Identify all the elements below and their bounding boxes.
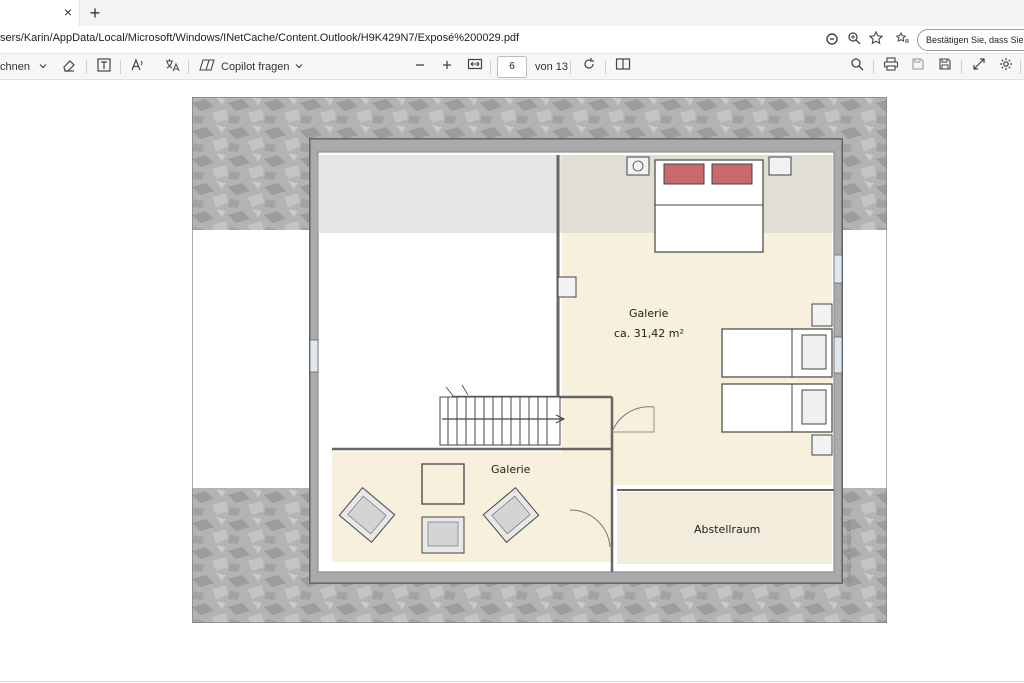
eraser-icon[interactable] [59, 57, 79, 77]
copilot-icon[interactable] [823, 31, 841, 49]
watermark-text: Illustration: FremdGrafik [847, 518, 853, 583]
save-as-icon[interactable] [935, 57, 955, 77]
chevron-down-icon[interactable] [33, 57, 53, 77]
room-area-label: ca. 31,42 m² [614, 327, 684, 340]
toolbar-divider [570, 60, 571, 74]
room-label-storage: Abstellraum [694, 523, 761, 536]
minus-icon[interactable] [410, 57, 430, 77]
fullscreen-icon[interactable] [969, 57, 989, 77]
page-number-input[interactable]: 6 [497, 56, 527, 78]
url-text[interactable]: sers/Karin/AppData/Local/Microsoft/Windo… [0, 32, 519, 44]
close-tab-icon[interactable]: × [60, 3, 76, 21]
room-label-galerie-lower: Galerie [491, 463, 531, 476]
save-icon[interactable] [908, 57, 928, 77]
toolbar-divider [86, 60, 87, 74]
copilot-button[interactable]: Copilot fragen [221, 57, 290, 77]
stairs [439, 396, 566, 446]
search-icon[interactable] [847, 57, 867, 77]
new-tab-button[interactable]: + [85, 2, 105, 24]
print-icon[interactable] [881, 57, 901, 77]
toolbar-divider [490, 60, 491, 74]
active-tab[interactable]: × [0, 0, 80, 26]
page-total: von 13 [535, 61, 569, 73]
draw-button[interactable]: chnen [0, 57, 30, 77]
gear-icon[interactable] [996, 57, 1016, 77]
page-view-icon[interactable] [613, 57, 633, 77]
pdf-toolbar: chnen Copilot fragen 6 von 13 [0, 54, 1024, 80]
tab-bar: × + [0, 0, 1024, 26]
toolbar-divider [961, 60, 962, 74]
zoom-icon[interactable] [845, 31, 863, 49]
floor-plan-image [192, 97, 887, 623]
translate-icon[interactable] [162, 57, 182, 77]
address-bar: sers/Karin/AppData/Local/Microsoft/Windo… [0, 26, 1024, 54]
room-label-galerie: Galerie [629, 307, 669, 320]
toolbar-divider [120, 60, 121, 74]
favorite-star-icon[interactable] [867, 30, 885, 49]
rotate-icon[interactable] [579, 57, 599, 77]
single-bed [721, 383, 833, 433]
armchair [421, 516, 465, 554]
copilot-icon[interactable] [197, 57, 217, 77]
plus-icon[interactable] [437, 57, 457, 77]
toolbar-divider [873, 60, 874, 74]
page-divider [0, 681, 1024, 682]
chevron-down-icon[interactable] [289, 57, 309, 77]
toolbar-divider [1020, 60, 1021, 74]
table [421, 463, 465, 505]
pdf-document-area[interactable]: Galerie ca. 31,42 m² Galerie Abstellraum… [0, 80, 1024, 683]
toolbar-divider [605, 60, 606, 74]
single-bed [721, 328, 833, 378]
verify-button[interactable]: Bestätigen Sie, dass Sie e [917, 29, 1024, 51]
text-box-icon[interactable] [94, 57, 114, 77]
toolbar-divider [188, 60, 189, 74]
fit-width-icon[interactable] [465, 57, 485, 77]
read-aloud-icon[interactable] [128, 57, 148, 77]
favorites-list-icon[interactable] [894, 31, 912, 49]
